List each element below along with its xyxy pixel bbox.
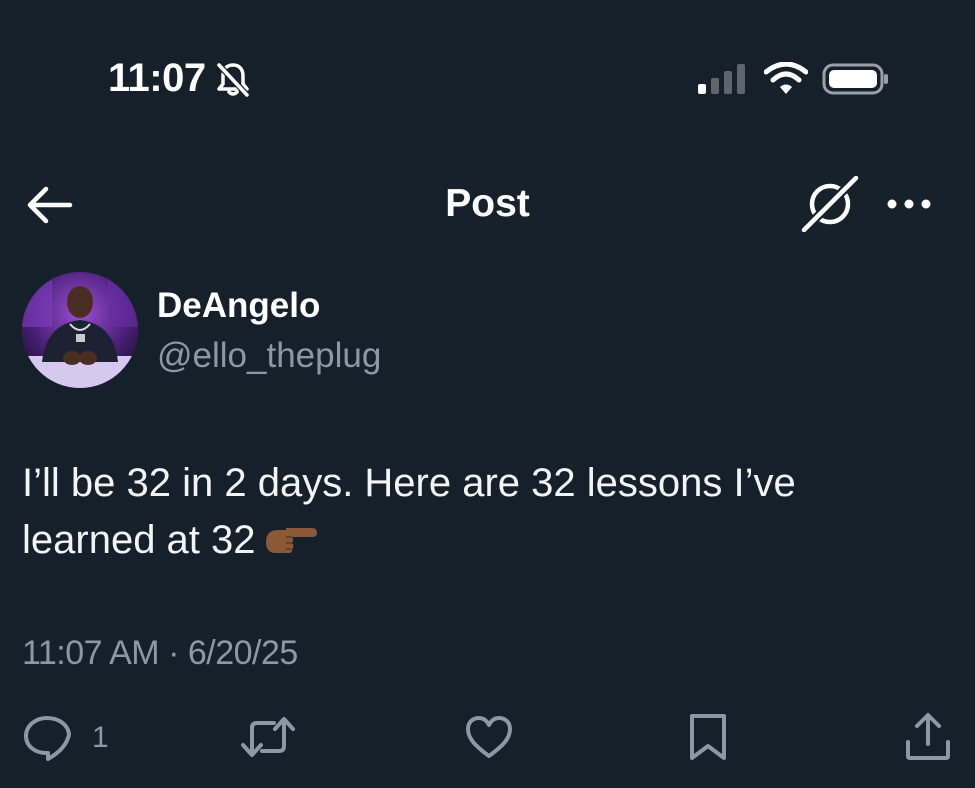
wifi-icon [764, 62, 808, 94]
post-timestamp: 11:07 AM · 6/20/25 [22, 634, 298, 672]
retweet-icon[interactable] [240, 712, 296, 762]
battery-icon [822, 63, 888, 95]
post-header: Post [0, 150, 975, 260]
user-handle[interactable]: @ello_theplug [157, 336, 381, 376]
bookmark-icon[interactable] [686, 712, 730, 762]
status-time: 11:07 [108, 56, 206, 100]
bell-slash-icon [216, 62, 250, 98]
avatar[interactable] [22, 272, 138, 388]
post-text: I’ll be 32 in 2 days. Here are 32 lesson… [22, 455, 952, 569]
post-text-line-2-text: learned at 32 [22, 518, 256, 562]
post-text-line-1: I’ll be 32 in 2 days. Here are 32 lesson… [22, 461, 796, 505]
post-screen: 11:07 Post DeAngelo @ello_theplug I’ll b… [0, 0, 975, 788]
share-icon[interactable] [904, 712, 952, 762]
more-icon[interactable] [884, 186, 934, 222]
post-text-line-2: learned at 32 [22, 512, 952, 569]
grok-icon[interactable] [800, 176, 860, 232]
display-name[interactable]: DeAngelo [157, 286, 320, 326]
like-icon[interactable] [464, 712, 514, 762]
reply-icon[interactable] [22, 712, 72, 762]
signal-icon [698, 64, 745, 94]
pointing-emoji-icon [265, 528, 317, 554]
reply-count: 1 [92, 721, 109, 754]
